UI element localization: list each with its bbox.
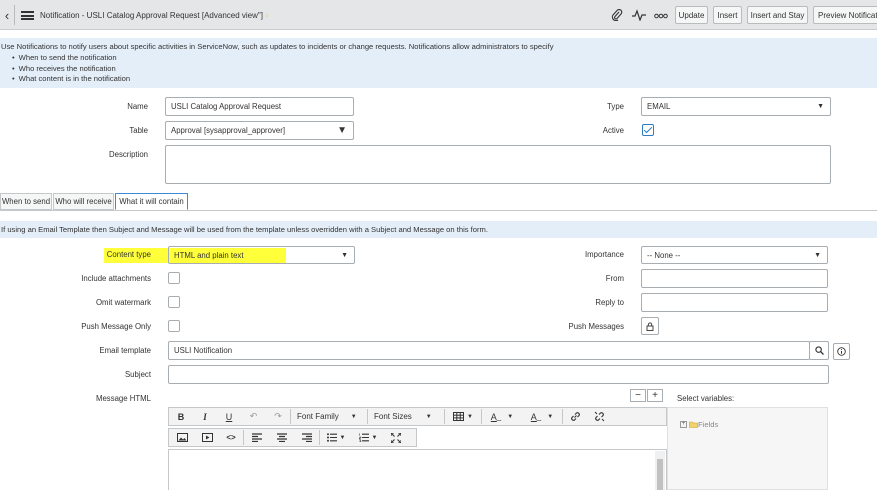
folder-icon xyxy=(689,421,698,428)
name-input[interactable]: USLI Catalog Approval Request xyxy=(165,97,354,116)
reply-to-label: Reply to xyxy=(595,298,624,307)
insert-button[interactable]: Insert xyxy=(713,6,742,24)
active-label: Active xyxy=(602,126,624,135)
dropdown-arrow-icon: ▼ xyxy=(337,125,347,136)
from-input[interactable] xyxy=(641,269,828,288)
banner-intro: Use Notifications to notify users about … xyxy=(1,42,554,51)
italic-button[interactable]: I xyxy=(193,408,217,425)
dropdown-arrow-icon: ▼ xyxy=(814,251,821,259)
subject-input[interactable] xyxy=(168,365,829,384)
tab-divider xyxy=(0,210,877,211)
page-title: Notification - USLI Catalog Approval Req… xyxy=(40,10,269,20)
omit-watermark-checkbox[interactable] xyxy=(168,296,180,308)
bullet-list-icon[interactable]: ▼ xyxy=(320,429,352,446)
font-family-select[interactable]: Font Family ▼ xyxy=(291,408,367,425)
table-label: Table xyxy=(129,126,148,135)
update-button[interactable]: Update xyxy=(675,6,708,24)
table-select[interactable]: Approval [sysapproval_approver] ▼ xyxy=(165,121,354,140)
note-icon: ▫ xyxy=(265,10,269,20)
select-variables-label: Select variables: xyxy=(677,394,735,403)
name-label: Name xyxy=(127,102,148,111)
expand-button[interactable]: + xyxy=(647,389,663,402)
from-label: From xyxy=(605,274,624,283)
align-right-icon[interactable] xyxy=(294,429,319,446)
source-code-icon[interactable]: <> xyxy=(219,429,243,446)
fields-tree-node[interactable]: + Fields xyxy=(680,420,718,429)
dropdown-arrow-icon: ▼ xyxy=(341,251,348,259)
active-checkbox[interactable] xyxy=(642,124,654,136)
email-template-label: Email template xyxy=(99,346,151,355)
importance-label: Importance xyxy=(584,250,624,259)
push-message-only-label: Push Message Only xyxy=(81,322,151,331)
scrollbar-thumb[interactable] xyxy=(657,459,663,490)
underline-button[interactable]: U xyxy=(217,408,241,425)
omit-watermark-label: Omit watermark xyxy=(95,298,151,307)
description-label: Description xyxy=(109,150,148,159)
unlink-icon[interactable] xyxy=(587,408,611,425)
banner-bullet: When to send the notification xyxy=(12,53,130,64)
dropdown-arrow-icon: ▼ xyxy=(817,103,824,110)
include-attachments-label: Include attachments xyxy=(81,274,151,283)
content-type-label: Content type xyxy=(106,250,151,259)
background-color-icon[interactable]: A _ ▼ xyxy=(522,408,562,425)
activity-icon[interactable] xyxy=(632,9,646,24)
attachment-icon[interactable] xyxy=(611,9,623,24)
push-messages-label: Push Messages xyxy=(568,322,624,331)
banner-bullet: What content is in the notification xyxy=(12,74,130,85)
email-template-input[interactable]: USLI Notification xyxy=(168,341,810,360)
editor-toolbar-row-1: B I U ↶ ↷ Font Family ▼ Font Sizes ▼ ▼ A _ ▼… xyxy=(168,407,667,426)
collapse-button[interactable]: − xyxy=(630,389,646,402)
bold-button[interactable]: B xyxy=(169,408,193,425)
template-info-banner: If using an Email Template then Subject … xyxy=(0,221,877,238)
table-icon[interactable]: ▼ xyxy=(445,408,481,425)
insert-video-icon[interactable] xyxy=(195,429,219,446)
undo-icon[interactable]: ↶ xyxy=(241,408,266,425)
info-icon[interactable] xyxy=(833,343,850,360)
tab-who-will-receive[interactable]: Who will receive xyxy=(53,193,114,210)
expand-node-icon[interactable]: + xyxy=(680,421,687,428)
fullscreen-icon[interactable] xyxy=(384,429,408,446)
numbered-list-icon[interactable]: ▼ xyxy=(352,429,384,446)
banner-bullet: Who receives the notification xyxy=(12,64,130,75)
type-select[interactable]: EMAIL ▼ xyxy=(641,97,831,116)
editor-toolbar-row-2: <> ▼ ▼ xyxy=(168,428,417,447)
insert-and-stay-button[interactable]: Insert and Stay xyxy=(747,6,808,24)
message-html-editor[interactable] xyxy=(168,449,667,490)
subject-label: Subject xyxy=(124,370,151,379)
message-html-label: Message HTML xyxy=(95,394,151,403)
text-color-icon[interactable]: A _ ▼ xyxy=(482,408,522,425)
form-header: ‹ Notification - USLI Catalog Approval R… xyxy=(0,0,877,30)
align-left-icon[interactable] xyxy=(244,429,269,446)
menu-icon[interactable] xyxy=(21,11,34,20)
info-banner: Use Notifications to notify users about … xyxy=(0,38,877,88)
editor-scrollbar[interactable] xyxy=(655,451,665,490)
content-type-select[interactable]: HTML and plain text ▼ xyxy=(168,246,355,264)
tab-what-it-will-contain[interactable]: What it will contain xyxy=(115,193,188,210)
search-icon[interactable] xyxy=(809,341,829,360)
variables-panel: + Fields xyxy=(667,407,828,490)
align-center-icon[interactable] xyxy=(269,429,294,446)
insert-image-icon[interactable] xyxy=(169,429,195,446)
push-message-only-checkbox[interactable] xyxy=(168,320,180,332)
redo-icon[interactable]: ↷ xyxy=(266,408,290,425)
link-icon[interactable] xyxy=(563,408,587,425)
include-attachments-checkbox[interactable] xyxy=(168,272,180,284)
tab-when-to-send[interactable]: When to send xyxy=(0,193,52,210)
preview-notification-button[interactable]: Preview Notificatio xyxy=(813,6,877,24)
font-sizes-select[interactable]: Font Sizes ▼ xyxy=(368,408,444,425)
importance-select[interactable]: -- None -- ▼ xyxy=(641,246,828,264)
banner-list: When to send the notification Who receiv… xyxy=(12,53,130,85)
type-label: Type xyxy=(607,102,624,111)
reply-to-input[interactable] xyxy=(641,293,828,312)
description-textarea[interactable] xyxy=(165,145,831,184)
back-icon[interactable]: ‹ xyxy=(0,5,15,25)
more-options-icon[interactable] xyxy=(654,11,668,23)
lock-icon[interactable] xyxy=(641,317,659,335)
